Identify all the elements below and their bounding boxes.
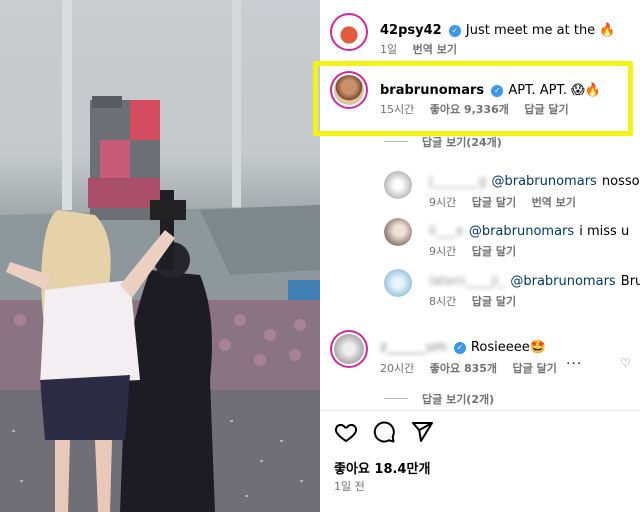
reply-username[interactable]: li___e [429,224,464,239]
heart-icon[interactable] [334,420,358,444]
view-replies-button[interactable]: 답글 보기(24개) [384,134,502,150]
comment-meta: 20시간 좋아요 835개 답글 달기 [380,360,569,376]
reply-meta: 9시간 답글 달기 [429,243,528,259]
caption-username[interactable]: 42psy42 [380,23,442,38]
verified-icon: ✓ [453,342,466,354]
reply-time: 9시간 [429,245,457,258]
reply-line: li___e @brabrunomars i miss u [429,220,629,239]
comment-username[interactable]: z______um [380,340,447,355]
replies-divider [384,141,408,142]
comment-meta: 15시간 좋아요 9,336개 답글 달기 [380,101,581,117]
reply-username[interactable]: j_______g [429,174,486,189]
comment-line: z______um ✓ Rosieeee🤩 [380,336,546,355]
avatar[interactable] [334,334,364,364]
comment-text: APT. APT. 😱🔥 [508,83,601,98]
post-photo [0,0,320,512]
caption-time: 1일 [380,43,398,56]
avatar[interactable] [384,218,412,246]
more-options-button[interactable]: ··· [566,356,582,372]
caption-line: 42psy42 ✓ Just meet me at the 🔥 [380,19,616,38]
reply-meta: 9시간 답글 달기 번역 보기 [429,194,588,210]
post-date: 1일 전 [334,480,365,493]
caption-text: Just meet me at the 🔥 [465,23,616,38]
reply-username[interactable]: lateni____ji_ [429,274,505,289]
avatar[interactable] [384,269,412,297]
comment-icon[interactable] [372,420,396,444]
action-bar [334,420,434,444]
concert-photo-illustration [0,0,320,512]
comment-likes[interactable]: 좋아요 835개 [430,362,497,375]
post-likes[interactable]: 좋아요 18.4만개 [334,458,430,477]
verified-icon: ✓ [448,25,461,37]
reply-button[interactable]: 답글 달기 [524,103,568,116]
comment-text: Rosieeee🤩 [470,340,546,355]
translate-link[interactable]: 번역 보기 [413,43,457,56]
translate-link[interactable]: 번역 보기 [532,196,576,209]
reply-time: 9시간 [429,196,457,209]
reply-time: 8시간 [429,295,457,308]
caption-meta: 1일 번역 보기 [380,41,469,57]
reply-mention[interactable]: @brabrunomars [510,274,615,289]
avatar[interactable] [334,75,364,105]
share-icon[interactable] [410,420,434,444]
reply-button[interactable]: 답글 달기 [472,245,516,258]
reply-line: j_______g @brabrunomars nosso B [429,170,640,189]
reply-button[interactable]: 답글 달기 [472,196,516,209]
verified-icon: ✓ [491,85,504,97]
heart-icon[interactable]: ♡ [620,356,631,370]
reply-line: lateni____ji_ @brabrunomars Brune [429,270,640,289]
view-replies-label: 답글 보기(24개) [422,136,502,149]
avatar[interactable] [334,17,364,47]
comment-time: 20시간 [380,362,415,375]
reply-mention[interactable]: @brabrunomars [469,224,574,239]
avatar[interactable] [384,171,412,199]
comment-likes[interactable]: 좋아요 9,336개 [430,103,509,116]
reply-meta: 8시간 답글 달기 [429,293,528,309]
comment-username[interactable]: brabrunomars [380,83,484,98]
reply-text: Brune [620,274,640,289]
reply-button[interactable]: 답글 달기 [513,362,557,375]
view-replies-button[interactable]: 답글 보기(2개) [384,391,494,407]
view-replies-label: 답글 보기(2개) [422,393,495,406]
reply-button[interactable]: 답글 달기 [472,295,516,308]
divider [320,410,640,411]
reply-text: nosso B [601,174,640,189]
comment-line: brabrunomars ✓ APT. APT. 😱🔥 [380,79,601,98]
reply-mention[interactable]: @brabrunomars [491,174,596,189]
comment-time: 15시간 [380,103,415,116]
replies-divider [384,398,408,399]
reply-text: i miss u [579,224,630,239]
